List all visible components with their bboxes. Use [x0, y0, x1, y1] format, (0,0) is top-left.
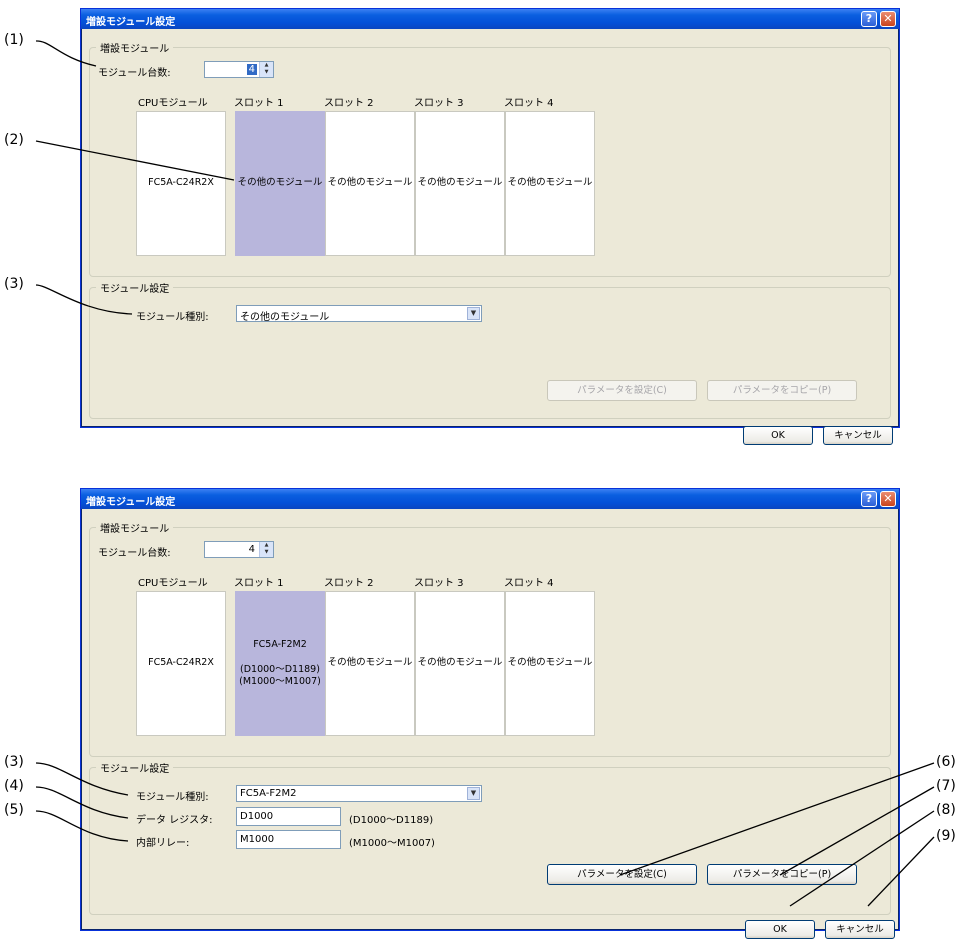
- data-register-range: (D1000～D1189): [349, 815, 434, 826]
- module-settings-legend: モジュール設定: [96, 280, 174, 295]
- slot-3[interactable]: その他のモジュール: [415, 111, 505, 256]
- internal-relay-label: 内部リレー:: [136, 838, 190, 849]
- slot-cpu[interactable]: FC5A-C24R2X: [136, 591, 226, 736]
- module-settings-legend: モジュール設定: [96, 760, 174, 775]
- help-icon[interactable]: ?: [861, 491, 877, 507]
- slot-header-4: スロット 4: [504, 98, 554, 109]
- close-icon[interactable]: ✕: [880, 11, 896, 27]
- module-count-label: モジュール台数:: [98, 68, 171, 79]
- close-icon[interactable]: ✕: [880, 491, 896, 507]
- callout-3b: (3): [4, 754, 24, 770]
- spin-arrows-icon[interactable]: ▲ ▼: [259, 542, 273, 557]
- dropdown-arrow-icon[interactable]: ▼: [467, 307, 480, 320]
- help-icon[interactable]: ?: [861, 11, 877, 27]
- module-count-value: 4: [248, 544, 255, 555]
- callout-1: (1): [4, 32, 24, 48]
- data-register-input[interactable]: D1000: [236, 807, 341, 826]
- module-settings-group: モジュール設定 モジュール種別: FC5A-F2M2 ▼ データ レジスタ: D…: [89, 760, 891, 915]
- title-bar: 増設モジュール設定 ? ✕: [81, 489, 899, 509]
- copy-params-button[interactable]: パラメータをコピー(P): [707, 380, 857, 401]
- data-register-label: データ レジスタ:: [136, 815, 213, 826]
- dialog-title: 増設モジュール設定: [86, 497, 176, 508]
- module-type-label: モジュール種別:: [136, 312, 209, 323]
- cancel-button[interactable]: キャンセル: [823, 426, 893, 445]
- slot-header-1: スロット 1: [234, 578, 284, 589]
- slot-header-4: スロット 4: [504, 578, 554, 589]
- callout-5: (5): [4, 802, 24, 818]
- slot-4[interactable]: その他のモジュール: [505, 591, 595, 736]
- slot-header-1: スロット 1: [234, 98, 284, 109]
- callout-8: (8): [936, 802, 956, 818]
- slot-header-cpu: CPUモジュール: [138, 578, 208, 589]
- slot-1[interactable]: その他のモジュール: [235, 111, 325, 256]
- set-params-button[interactable]: パラメータを設定(C): [547, 380, 697, 401]
- slot-2[interactable]: その他のモジュール: [325, 111, 415, 256]
- slot-header-2: スロット 2: [324, 98, 374, 109]
- module-type-select[interactable]: その他のモジュール ▼: [236, 305, 482, 323]
- internal-relay-value: M1000: [240, 834, 275, 845]
- data-register-value: D1000: [240, 811, 274, 822]
- spin-arrows-icon[interactable]: ▲ ▼: [259, 62, 273, 77]
- module-count-label: モジュール台数:: [98, 548, 171, 559]
- dropdown-arrow-icon[interactable]: ▼: [467, 787, 480, 800]
- slot-cpu[interactable]: FC5A-C24R2X: [136, 111, 226, 256]
- ok-button[interactable]: OK: [743, 426, 813, 445]
- callout-6: (6): [936, 754, 956, 770]
- copy-params-button[interactable]: パラメータをコピー(P): [707, 864, 857, 885]
- title-bar: 増設モジュール設定 ? ✕: [81, 9, 899, 29]
- dialog-bottom: 増設モジュール設定 ? ✕ 増設モジュール モジュール台数: 4 ▲ ▼ CPUモ…: [80, 488, 900, 939]
- slot-3[interactable]: その他のモジュール: [415, 591, 505, 736]
- slot-header-3: スロット 3: [414, 98, 464, 109]
- slot-header-3: スロット 3: [414, 578, 464, 589]
- callout-7: (7): [936, 778, 956, 794]
- slot-header-cpu: CPUモジュール: [138, 98, 208, 109]
- module-count-spinner[interactable]: 4 ▲ ▼: [204, 541, 274, 558]
- module-count-spinner[interactable]: 4 ▲ ▼: [204, 61, 274, 78]
- callout-4: (4): [4, 778, 24, 794]
- module-settings-group: モジュール設定 モジュール種別: その他のモジュール ▼ パラメータを設定(C)…: [89, 280, 891, 419]
- dialog-top: 増設モジュール設定 ? ✕ 増設モジュール モジュール台数: 4 ▲ ▼ CPUモ…: [80, 8, 900, 445]
- internal-relay-range: (M1000～M1007): [349, 838, 435, 849]
- expansion-group: 増設モジュール モジュール台数: 4 ▲ ▼ CPUモジュール スロット 1 スロ…: [89, 40, 891, 277]
- slot-2[interactable]: その他のモジュール: [325, 591, 415, 736]
- dialog-title: 増設モジュール設定: [86, 17, 176, 28]
- callout-2: (2): [4, 132, 24, 148]
- slot-header-2: スロット 2: [324, 578, 374, 589]
- expansion-group-legend: 増設モジュール: [96, 520, 174, 535]
- module-type-value: FC5A-F2M2: [240, 788, 297, 799]
- internal-relay-input[interactable]: M1000: [236, 830, 341, 849]
- cancel-button[interactable]: キャンセル: [825, 920, 895, 939]
- slot-4[interactable]: その他のモジュール: [505, 111, 595, 256]
- expansion-group-legend: 増設モジュール: [96, 40, 174, 55]
- module-type-select[interactable]: FC5A-F2M2 ▼: [236, 785, 482, 802]
- module-count-value: 4: [246, 64, 257, 75]
- expansion-group: 増設モジュール モジュール台数: 4 ▲ ▼ CPUモジュール スロット 1 スロ…: [89, 520, 891, 757]
- module-type-label: モジュール種別:: [136, 792, 209, 803]
- slot-1[interactable]: FC5A-F2M2 (D1000～D1189) (M1000～M1007): [235, 591, 325, 736]
- module-type-value: その他のモジュール: [240, 312, 330, 323]
- set-params-button[interactable]: パラメータを設定(C): [547, 864, 697, 885]
- callout-9: (9): [936, 828, 956, 844]
- callout-3a: (3): [4, 276, 24, 292]
- ok-button[interactable]: OK: [745, 920, 815, 939]
